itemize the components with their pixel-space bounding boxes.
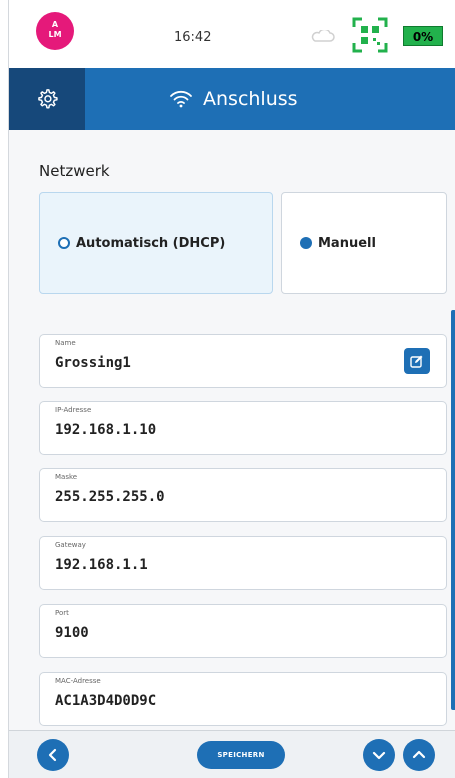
scroll-down-button[interactable] [363, 739, 395, 771]
gateway-field[interactable]: Gateway 192.168.1.1 [39, 536, 447, 590]
edit-icon [410, 355, 423, 368]
avatar-initials: LM [48, 30, 62, 39]
manual-option-label: Manuell [318, 235, 376, 251]
manual-option[interactable]: Manuell [281, 192, 447, 294]
field-value: 255.255.255.0 [55, 489, 165, 505]
device-screen: A LM 16:42 0% Anschluss Netzwerk Automat… [8, 0, 455, 778]
dhcp-option-label: Automatisch (DHCP) [76, 235, 226, 251]
field-value: 192.168.1.1 [55, 557, 148, 573]
scroll-down-icon [372, 751, 386, 760]
clock: 16:42 [174, 30, 212, 45]
mask-field[interactable]: Maske 255.255.255.0 [39, 468, 447, 522]
cloud-icon [311, 30, 335, 42]
page-title-text: Anschluss [203, 88, 298, 110]
scrollbar[interactable] [451, 310, 455, 710]
back-button[interactable] [37, 739, 69, 771]
save-button[interactable]: SPEICHERN [197, 741, 285, 769]
ip-address-field[interactable]: IP-Adresse 192.168.1.10 [39, 401, 447, 455]
radio-unselected-icon [300, 237, 312, 249]
field-label: Gateway [55, 541, 86, 549]
page-title: Anschluss [169, 68, 298, 130]
name-field[interactable]: Name Grossing1 [39, 334, 447, 388]
field-value: AC1A3D4D0D9C [55, 693, 157, 709]
field-label: IP-Adresse [55, 406, 92, 414]
edit-name-button[interactable] [404, 348, 430, 374]
field-label: Port [55, 609, 69, 617]
mac-address-field[interactable]: MAC-Adresse AC1A3D4D0D9C [39, 672, 447, 726]
battery-indicator: 0% [403, 26, 443, 46]
content-area: Netzwerk Automatisch (DHCP) Manuell Name… [9, 130, 455, 730]
field-value: Grossing1 [55, 355, 131, 371]
settings-button[interactable] [9, 68, 85, 130]
field-value: 192.168.1.10 [55, 422, 157, 438]
user-avatar[interactable]: A LM [36, 12, 74, 50]
network-section-label: Netzwerk [39, 162, 110, 180]
dhcp-option[interactable]: Automatisch (DHCP) [39, 192, 273, 294]
radio-selected-icon [58, 237, 70, 249]
qr-scan-icon[interactable] [352, 17, 388, 53]
scroll-up-icon [412, 750, 426, 759]
footer-toolbar: SPEICHERN [9, 730, 455, 778]
wifi-icon [170, 90, 192, 108]
back-icon [48, 748, 57, 762]
field-value: 9100 [55, 625, 89, 641]
status-bar: A LM 16:42 0% [9, 0, 455, 68]
field-label: MAC-Adresse [55, 677, 101, 685]
app-header: Anschluss [9, 68, 455, 130]
avatar-initial-top: A [51, 20, 59, 29]
port-field[interactable]: Port 9100 [39, 604, 447, 658]
field-label: Name [55, 339, 76, 347]
settings-gear-icon [38, 89, 58, 109]
field-label: Maske [55, 473, 78, 481]
scroll-up-button[interactable] [403, 739, 435, 771]
